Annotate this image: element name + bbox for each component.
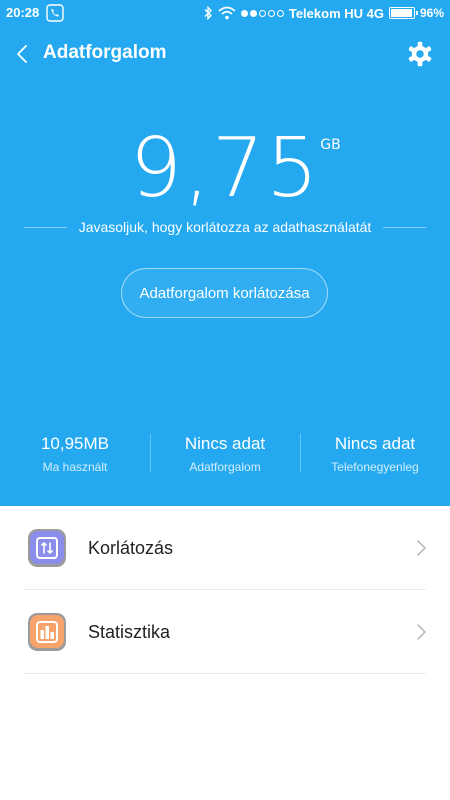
stat-value: Nincs adat — [334, 434, 416, 453]
battery-icon — [388, 7, 418, 19]
menu-item-statistics[interactable]: Statisztika — [0, 590, 450, 674]
status-right: Telekom HU 4G 96% — [203, 4, 444, 22]
hint-text: Javasoljuk, hogy korlátozza az adathaszn… — [78, 219, 372, 235]
limit-data-button[interactable]: Adatforgalom korlátozása — [121, 268, 328, 318]
signal-strength-icon — [240, 9, 284, 17]
stat-value: 10,95MB — [40, 434, 110, 453]
wifi-icon — [218, 6, 236, 20]
usage-hint: Javasoljuk, hogy korlátozza az adathaszn… — [24, 217, 426, 237]
gear-icon[interactable] — [406, 40, 434, 68]
menu-item-label: Statisztika — [88, 621, 171, 642]
menu-list: Korlátozás Statisztika — [0, 506, 450, 674]
usage-stats: 10,95MB Ma használt Nincs adat Adatforga… — [0, 428, 450, 478]
chevron-right-icon — [417, 540, 426, 556]
carrier-label: Telekom HU 4G — [288, 5, 384, 21]
stat-label: Adatforgalom — [189, 460, 261, 474]
hint-divider-right — [383, 226, 426, 228]
stat-phone-balance[interactable]: Nincs adat Telefonegyenleg — [300, 428, 450, 478]
statistics-icon — [28, 613, 66, 651]
back-button[interactable] — [6, 38, 38, 70]
usage-amount: 9,75 — [129, 121, 321, 216]
data-limit-icon — [28, 529, 66, 567]
bluetooth-icon — [204, 6, 212, 20]
usage-value: 9,75 GB — [0, 128, 450, 210]
menu-divider — [24, 673, 426, 674]
menu-item-limit[interactable]: Korlátozás — [0, 506, 450, 590]
stat-label: Telefonegyenleg — [331, 460, 419, 474]
battery-percent: 96% — [419, 6, 444, 20]
stat-value: Nincs adat — [184, 434, 266, 453]
usage-panel: 20:28 Telekom HU 4G 96% Adatforgalom 9,7… — [0, 0, 450, 506]
hint-divider-left — [24, 226, 67, 228]
chevron-left-icon — [17, 45, 27, 63]
status-time: 20:28 — [6, 5, 40, 20]
status-bar: 20:28 Telekom HU 4G 96% — [0, 0, 450, 26]
stat-today[interactable]: 10,95MB Ma használt — [0, 428, 150, 478]
viber-notification-icon — [46, 4, 64, 22]
usage-unit: GB — [320, 137, 341, 153]
stat-label: Ma használt — [42, 460, 108, 474]
menu-item-label: Korlátozás — [88, 537, 174, 558]
chevron-right-icon — [417, 624, 426, 640]
stat-data-traffic[interactable]: Nincs adat Adatforgalom — [150, 428, 300, 478]
page-title: Adatforgalom — [43, 42, 167, 63]
